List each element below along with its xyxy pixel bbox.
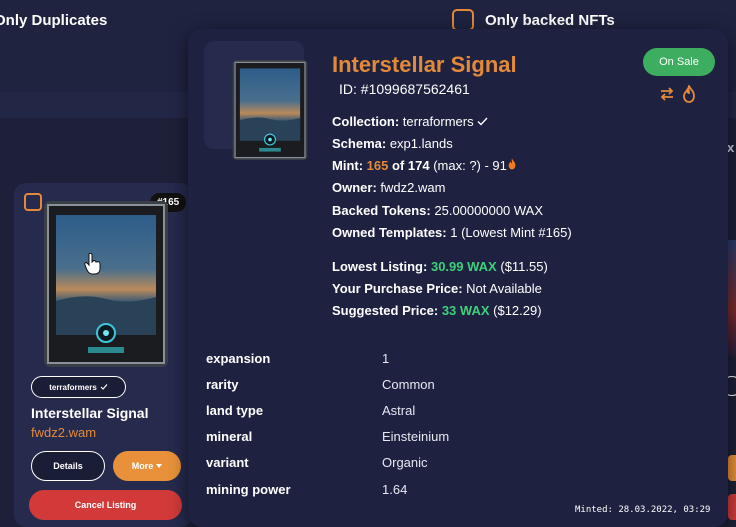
attribute-value: 1.64 — [382, 482, 408, 497]
purchase-price-label: Your Purchase Price: — [332, 281, 463, 296]
transfer-arrows-icon[interactable] — [659, 86, 675, 102]
purchase-price-row: Your Purchase Price: Not Available — [332, 281, 542, 296]
verified-check-icon — [100, 384, 108, 390]
on-sale-label: On Sale — [659, 56, 699, 68]
lowest-listing-usd: ($11.55) — [500, 259, 548, 274]
minted-timestamp: Minted: 28.03.2022, 03:29 — [575, 505, 711, 515]
mint-max: (max: ?) - 91 — [433, 158, 507, 173]
mint-label: Mint: — [332, 158, 364, 173]
neighbor-card-image[interactable] — [727, 240, 736, 356]
card-owner-link[interactable]: fwdz2.wam — [31, 425, 96, 440]
suggested-price-label: Suggested Price: — [332, 303, 439, 318]
details-button-label: Details — [53, 461, 83, 471]
fire-icon — [508, 158, 516, 170]
suggested-price-wax: 33 WAX — [441, 303, 490, 318]
suggested-price-row: Suggested Price: 33 WAX ($12.29) — [332, 303, 542, 318]
hand-pointer-icon — [84, 253, 101, 275]
asset-card[interactable]: #165 terraformers Interstellar Signal fw… — [14, 183, 192, 527]
attribute-key: rarity — [206, 377, 239, 392]
collection-value[interactable]: terraformers — [403, 114, 474, 129]
suggested-price-usd: ($12.29) — [493, 303, 542, 318]
attribute-key: land type — [206, 403, 264, 418]
only-backed-checkbox[interactable] — [452, 9, 474, 31]
popup-title: Interstellar Signal — [332, 52, 517, 77]
attribute-value: Common — [382, 377, 435, 392]
owner-label: Owner: — [332, 180, 377, 195]
cancel-listing-button[interactable]: Cancel Listing — [29, 490, 182, 520]
lowest-listing-label: Lowest Listing: — [332, 259, 428, 274]
on-sale-badge[interactable]: On Sale — [643, 48, 715, 76]
popup-thumb-frame — [204, 41, 308, 160]
owned-templates-value: 1 (Lowest Mint #165) — [450, 225, 572, 240]
lowest-listing-wax: 30.99 WAX — [430, 259, 497, 274]
schema-value[interactable]: exp1.lands — [390, 136, 453, 151]
land-art-image — [44, 201, 168, 367]
popup-land-image — [232, 60, 308, 160]
only-backed-label[interactable]: Only backed NFTs — [485, 12, 615, 29]
collection-name: terraformers — [49, 382, 97, 392]
attribute-key: expansion — [206, 351, 271, 366]
more-button[interactable]: More — [113, 451, 181, 481]
collection-row: Collection: terraformers — [332, 114, 488, 129]
details-button[interactable]: Details — [31, 451, 105, 481]
owner-row: Owner: fwdz2.wam — [332, 180, 445, 195]
mint-number: 165 — [366, 158, 389, 173]
card-select-checkbox[interactable] — [24, 193, 42, 211]
popup-artwork — [232, 60, 308, 160]
owned-templates-row: Owned Templates: 1 (Lowest Mint #165) — [332, 225, 572, 240]
purchase-price-value: Not Available — [466, 281, 542, 296]
neighbor-more-button[interactable] — [728, 455, 736, 481]
caret-down-icon — [156, 464, 163, 468]
owned-templates-label: Owned Templates: — [332, 225, 447, 240]
asset-detail-popup: Interstellar Signal ID: #1099687562461 O… — [188, 29, 728, 527]
page: Only Duplicates Only backed NFTs #165 te… — [0, 0, 736, 527]
lowest-listing-row: Lowest Listing: 30.99 WAX ($11.55) — [332, 259, 548, 274]
neighbor-cancel-button[interactable] — [728, 494, 736, 520]
schema-row: Schema: exp1.lands — [332, 136, 453, 151]
attribute-value: 1 — [382, 351, 390, 366]
card-asset-name: Interstellar Signal — [31, 405, 149, 421]
verified-check-icon — [477, 117, 488, 126]
owner-value[interactable]: fwdz2.wam — [380, 180, 445, 195]
attribute-value: Astral — [382, 403, 416, 418]
backed-tokens-value: 25.00000000 WAX — [434, 203, 544, 218]
backed-tokens-row: Backed Tokens: 25.00000000 WAX — [332, 203, 543, 218]
burn-fire-icon[interactable] — [682, 85, 696, 103]
close-icon[interactable]: x — [727, 140, 734, 155]
card-artwork[interactable] — [44, 201, 168, 367]
asset-id: ID: #1099687562461 — [339, 81, 470, 97]
attribute-value: Organic — [382, 455, 428, 470]
schema-label: Schema: — [332, 136, 387, 151]
mint-supply: of 174 — [392, 158, 430, 173]
collection-label: Collection: — [332, 114, 400, 129]
attribute-key: mining power — [206, 482, 291, 497]
attribute-key: mineral — [206, 429, 253, 444]
collection-pill[interactable]: terraformers — [31, 376, 126, 398]
only-duplicates-label[interactable]: Only Duplicates — [0, 12, 107, 29]
backed-tokens-label: Backed Tokens: — [332, 203, 431, 218]
attribute-value: Einsteinium — [382, 429, 450, 444]
attribute-key: variant — [206, 455, 249, 470]
more-button-label: More — [131, 461, 154, 471]
cancel-listing-label: Cancel Listing — [74, 500, 137, 510]
mint-row: Mint: 165 of 174 (max: ?) - 91 — [332, 158, 517, 173]
